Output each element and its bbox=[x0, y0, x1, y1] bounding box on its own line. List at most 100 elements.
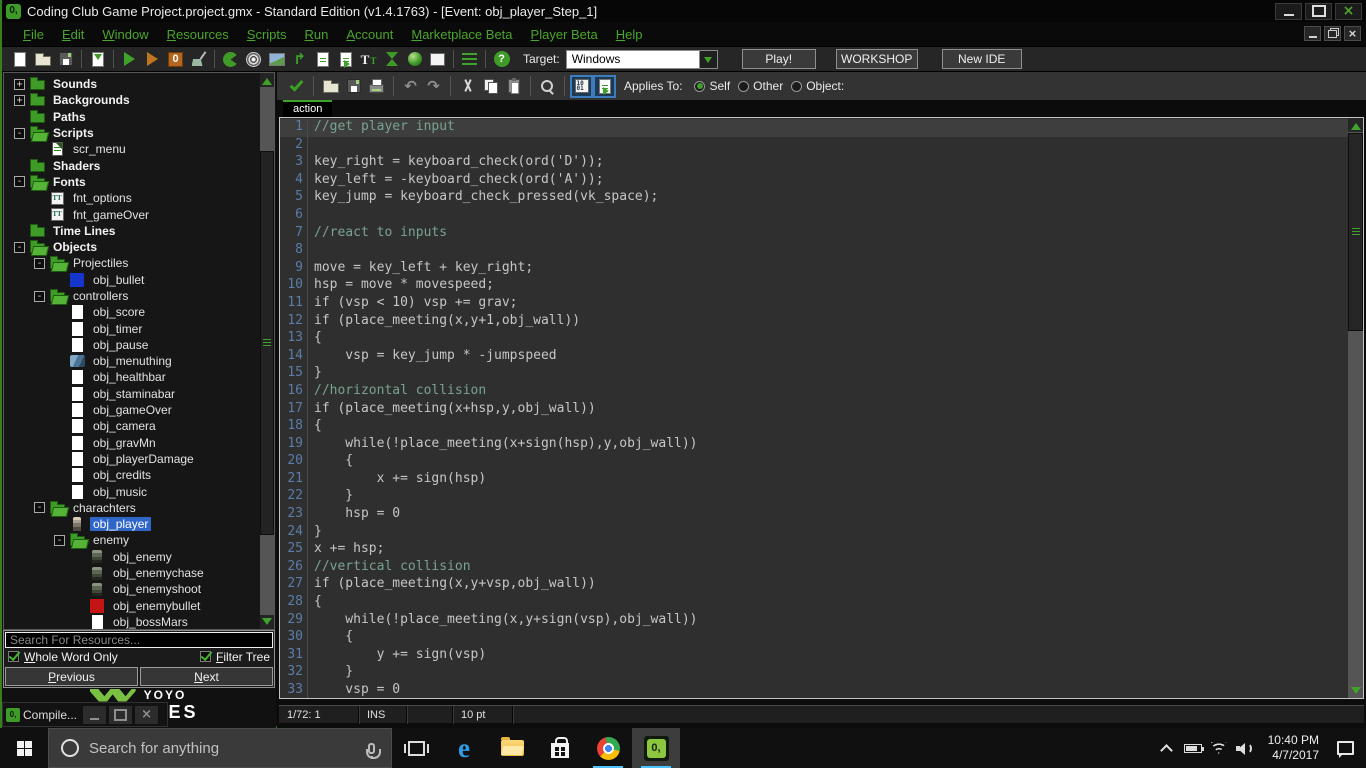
volume-status[interactable] bbox=[1232, 728, 1258, 768]
code-line-9[interactable]: 9move = key_left + key_right; bbox=[280, 260, 1348, 278]
code-line-18[interactable]: 18{ bbox=[280, 418, 1348, 436]
code-area[interactable]: 1//get player input23key_right = keyboar… bbox=[280, 118, 1348, 698]
new-file-button[interactable] bbox=[8, 49, 31, 70]
code-line-23[interactable]: 23 hsp = 0 bbox=[280, 506, 1348, 524]
tree-item-obj-timer[interactable]: obj_timer bbox=[4, 320, 274, 336]
file-explorer-button[interactable] bbox=[488, 728, 536, 768]
find-button[interactable] bbox=[536, 75, 559, 98]
create-sprite-button[interactable] bbox=[219, 49, 242, 70]
tree-item-obj-score[interactable]: obj_score bbox=[4, 304, 274, 320]
menu-resources[interactable]: Resources bbox=[158, 24, 238, 45]
code-line-30[interactable]: 30 { bbox=[280, 629, 1348, 647]
close-button[interactable] bbox=[135, 706, 158, 724]
edge-button[interactable]: e bbox=[440, 728, 488, 768]
scroll-up-icon[interactable] bbox=[1348, 118, 1363, 132]
menu-help[interactable]: Help bbox=[607, 24, 652, 45]
menu-window[interactable]: Window bbox=[93, 24, 157, 45]
scroll-down-icon[interactable] bbox=[1348, 684, 1363, 698]
code-line-3[interactable]: 3key_right = keyboard_check(ord('D')); bbox=[280, 154, 1348, 172]
tree-item-obj-gameover[interactable]: obj_gameOver bbox=[4, 402, 274, 418]
plus-box-icon[interactable]: + bbox=[14, 95, 25, 106]
code-line-19[interactable]: 19 while(!place_meeting(x+sign(hsp),y,ob… bbox=[280, 436, 1348, 454]
tree-scrollbar-thumb[interactable] bbox=[260, 151, 274, 535]
menu-account[interactable]: Account bbox=[337, 24, 402, 45]
new-ide-button[interactable]: New IDE bbox=[942, 49, 1022, 69]
tree-item-obj-pause[interactable]: obj_pause bbox=[4, 337, 274, 353]
open-file-button[interactable] bbox=[319, 75, 342, 98]
menu-marketplace-beta[interactable]: Marketplace Beta bbox=[402, 24, 521, 45]
save-file-button[interactable] bbox=[342, 75, 365, 98]
clean-cache-button[interactable] bbox=[187, 49, 210, 70]
code-line-5[interactable]: 5key_jump = keyboard_check_pressed(vk_sp… bbox=[280, 189, 1348, 207]
minus-box-icon[interactable]: - bbox=[14, 176, 25, 187]
code-line-21[interactable]: 21 x += sign(hsp) bbox=[280, 471, 1348, 489]
minus-box-icon[interactable]: - bbox=[14, 242, 25, 253]
tree-item-obj-staminabar[interactable]: obj_staminabar bbox=[4, 386, 274, 402]
tree-item-controllers[interactable]: -controllers bbox=[4, 288, 274, 304]
chevron-down-icon[interactable] bbox=[699, 51, 717, 68]
tree-item-charachters[interactable]: -charachters bbox=[4, 500, 274, 516]
code-line-11[interactable]: 11if (vsp < 10) vsp += grav; bbox=[280, 295, 1348, 313]
redo-button[interactable] bbox=[422, 75, 445, 98]
minus-box-icon[interactable]: - bbox=[34, 258, 45, 269]
editor-scrollbar-thumb[interactable] bbox=[1348, 133, 1363, 331]
start-button[interactable] bbox=[0, 728, 48, 768]
tree-scrollbar[interactable] bbox=[260, 73, 274, 629]
undo-button[interactable] bbox=[399, 75, 422, 98]
applies-object-radio[interactable]: Object: bbox=[791, 79, 844, 93]
workshop-button[interactable]: WORKSHOP bbox=[836, 49, 918, 69]
apply-check-button[interactable] bbox=[285, 75, 308, 98]
minus-box-icon[interactable]: - bbox=[34, 291, 45, 302]
tree-item-obj-credits[interactable]: obj_credits bbox=[4, 467, 274, 483]
filter-tree-checkbox[interactable]: Filter Tree bbox=[200, 650, 270, 664]
code-line-7[interactable]: 7//react to inputs bbox=[280, 225, 1348, 243]
minimize-button[interactable] bbox=[83, 706, 106, 724]
code-line-29[interactable]: 29 while(!place_meeting(x,y+sign(vsp),ob… bbox=[280, 612, 1348, 630]
tree-item-scr-menu[interactable]: scr_menu bbox=[4, 141, 274, 157]
create-script-button[interactable] bbox=[311, 49, 334, 70]
toggle-line-numbers-button[interactable] bbox=[570, 75, 593, 98]
tree-item-fnt-gameover[interactable]: fnt_gameOver bbox=[4, 206, 274, 222]
code-line-12[interactable]: 12if (place_meeting(x,y+1,obj_wall)) bbox=[280, 313, 1348, 331]
previous-button[interactable]: Previous bbox=[5, 667, 138, 686]
scroll-down-icon[interactable] bbox=[260, 615, 274, 629]
create-sound-button[interactable] bbox=[242, 49, 265, 70]
code-line-24[interactable]: 24} bbox=[280, 524, 1348, 542]
code-line-2[interactable]: 2 bbox=[280, 137, 1348, 155]
minus-box-icon[interactable]: - bbox=[54, 535, 65, 546]
code-line-26[interactable]: 26//vertical collision bbox=[280, 559, 1348, 577]
tree-item-obj-healthbar[interactable]: obj_healthbar bbox=[4, 369, 274, 385]
network-status[interactable] bbox=[1206, 728, 1232, 768]
copy-button[interactable] bbox=[479, 75, 502, 98]
action-center-icon[interactable] bbox=[1337, 741, 1354, 755]
taskbar-search-input[interactable] bbox=[89, 740, 368, 757]
code-line-33[interactable]: 33 vsp = 0 bbox=[280, 682, 1348, 698]
tree-item-obj-enemyshoot[interactable]: obj_enemyshoot bbox=[4, 581, 274, 597]
code-line-15[interactable]: 15} bbox=[280, 365, 1348, 383]
tree-item-time-lines[interactable]: Time Lines bbox=[4, 223, 274, 239]
tree-item-obj-menuthing[interactable]: obj_menuthing bbox=[4, 353, 274, 369]
editor-scrollbar[interactable] bbox=[1348, 118, 1363, 698]
global-game-settings-button[interactable] bbox=[458, 49, 481, 70]
mdi-close-button[interactable] bbox=[1344, 26, 1361, 41]
code-line-25[interactable]: 25x += hsp; bbox=[280, 541, 1348, 559]
code-line-8[interactable]: 8 bbox=[280, 242, 1348, 260]
save-project-button[interactable] bbox=[54, 49, 77, 70]
battery-status[interactable] bbox=[1180, 728, 1206, 768]
tree-item-obj-enemybullet[interactable]: obj_enemybullet bbox=[4, 598, 274, 614]
minimize-button[interactable] bbox=[1275, 3, 1302, 20]
paste-button[interactable] bbox=[502, 75, 525, 98]
tab-action[interactable]: action bbox=[283, 100, 332, 117]
code-line-14[interactable]: 14 vsp = key_jump * -jumpspeed bbox=[280, 348, 1348, 366]
tree-item-shaders[interactable]: Shaders bbox=[4, 157, 274, 173]
tree-item-obj-music[interactable]: obj_music bbox=[4, 483, 274, 499]
create-room-button[interactable] bbox=[426, 49, 449, 70]
menu-file[interactable]: File bbox=[14, 24, 53, 45]
run-debug-button[interactable] bbox=[141, 49, 164, 70]
microphone-icon[interactable] bbox=[368, 743, 375, 754]
next-button[interactable]: Next bbox=[140, 667, 273, 686]
tree-item-obj-player[interactable]: obj_player bbox=[4, 516, 274, 532]
mdi-minimize-button[interactable] bbox=[1304, 26, 1321, 41]
minus-box-icon[interactable]: - bbox=[14, 128, 25, 139]
applies-self-radio[interactable]: Self bbox=[694, 79, 730, 93]
